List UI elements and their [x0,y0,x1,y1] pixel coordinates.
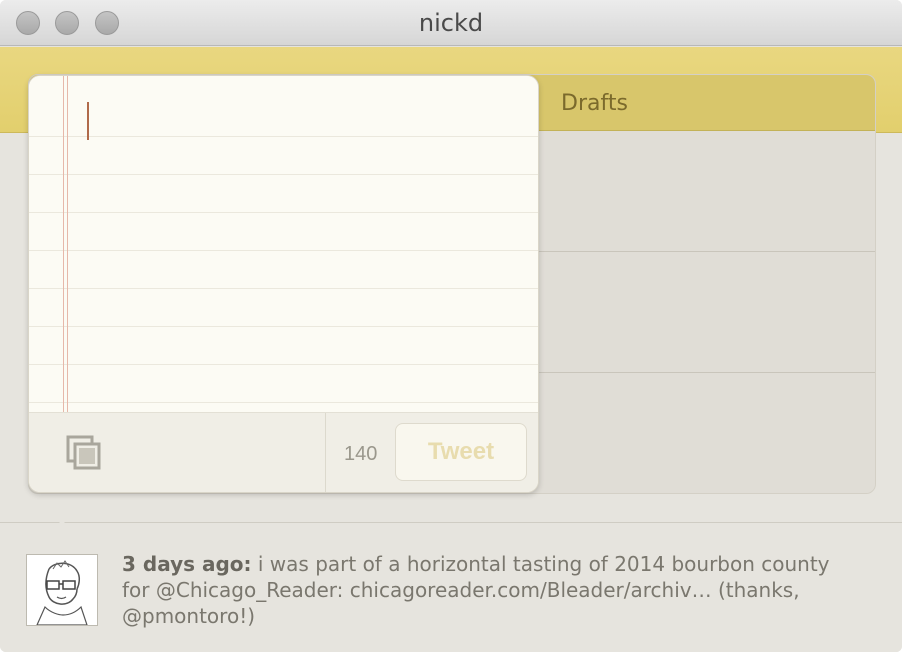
ruled-line [29,288,538,289]
ruled-line [29,402,538,403]
latest-tweet: 3 days ago: i was part of a horizontal t… [122,551,862,629]
ruled-line [29,174,538,175]
draft-row[interactable] [539,132,875,252]
compose-footer: 140 Tweet [29,412,538,492]
compose-card: 140 Tweet [28,75,539,493]
margin-line [63,76,64,412]
tweet-timestamp: 3 days ago: [122,552,252,576]
ruled-line [29,364,538,365]
draft-row[interactable] [539,253,875,373]
status-pointer [52,515,72,525]
app-window: nickd Drafts 140 Tweet 3 days ago: i was… [0,0,902,652]
copy-icon[interactable] [66,435,102,471]
character-count: 140 [344,443,378,465]
footer-divider [325,413,326,492]
margin-line [67,76,68,412]
compose-textarea[interactable] [29,76,538,412]
avatar-sketch [36,560,88,626]
ruled-line [29,136,538,137]
ruled-line [29,212,538,213]
title-bar: nickd [0,0,902,46]
ruled-line [29,250,538,251]
ruled-line [29,326,538,327]
tweet-button[interactable]: Tweet [395,423,527,481]
drafts-tab-label[interactable]: Drafts [561,91,628,116]
draft-row[interactable] [539,374,875,493]
avatar[interactable] [26,554,98,626]
text-cursor [87,102,89,140]
window-title: nickd [418,9,484,37]
